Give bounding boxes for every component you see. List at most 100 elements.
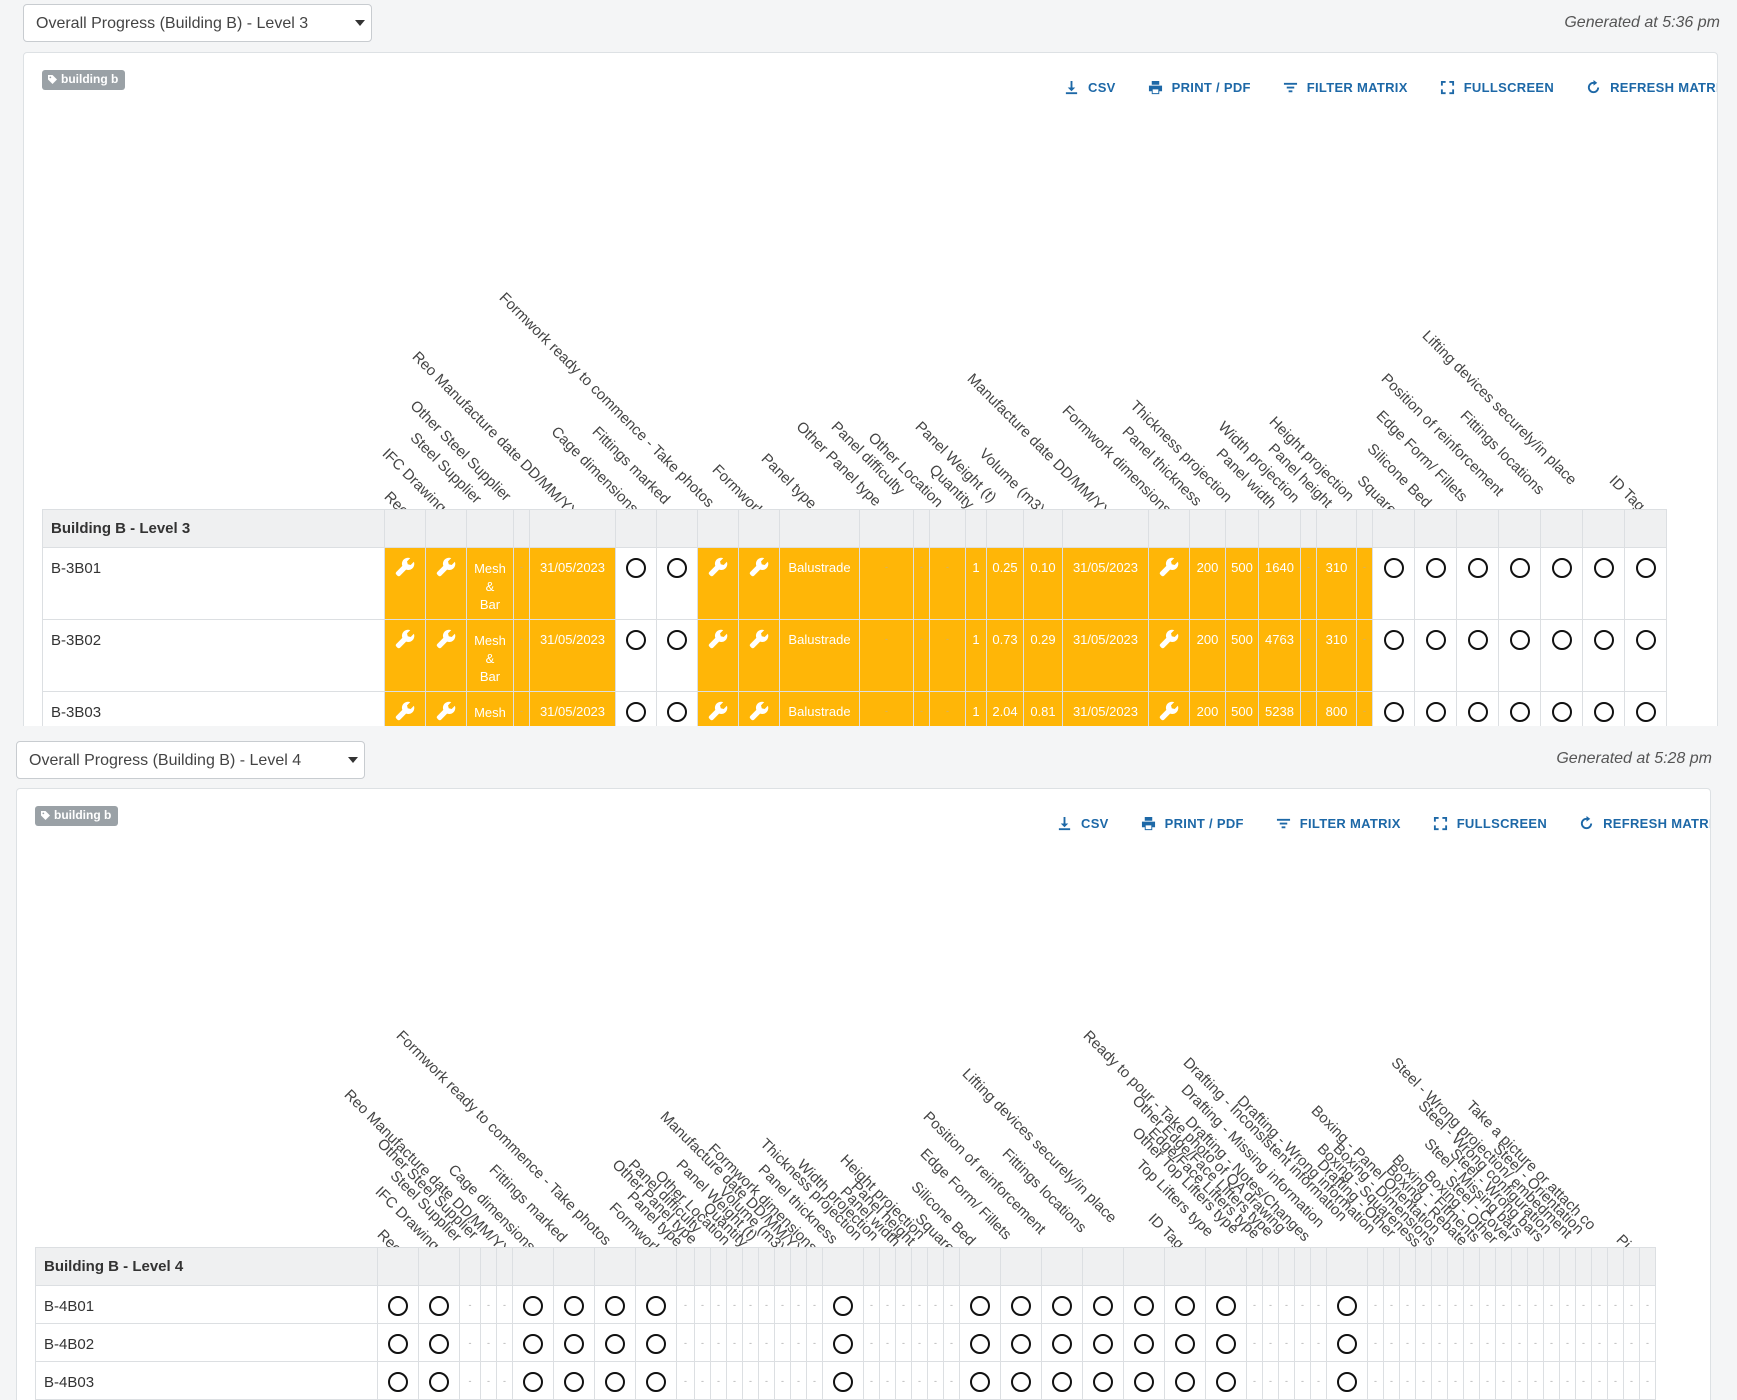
matrix-cell[interactable] — [384, 691, 426, 726]
matrix-cell[interactable]: - — [929, 547, 966, 620]
matrix-cell[interactable]: - — [863, 1285, 880, 1324]
matrix-cell[interactable]: - — [1527, 1285, 1544, 1324]
matrix-cell[interactable] — [1205, 1323, 1247, 1362]
matrix-cell[interactable] — [822, 1285, 864, 1324]
print-pdf-button[interactable]: PRINT / PDF — [1148, 80, 1251, 95]
matrix-cell[interactable] — [1205, 1361, 1247, 1400]
matrix-cell[interactable]: - — [513, 691, 530, 726]
filter-matrix-button[interactable]: FILTER MATRIX — [1283, 80, 1408, 95]
matrix-cell[interactable]: - — [1447, 1323, 1464, 1362]
matrix-cell[interactable] — [1540, 547, 1583, 620]
matrix-cell[interactable]: - — [1415, 1285, 1432, 1324]
matrix-cell[interactable]: 500 — [1225, 619, 1259, 692]
matrix-cell[interactable]: 1 — [965, 619, 987, 692]
matrix-cell[interactable]: - — [676, 1285, 695, 1324]
matrix-cell[interactable]: - — [790, 1323, 807, 1362]
matrix-cell[interactable]: - — [879, 1323, 896, 1362]
matrix-cell[interactable] — [738, 691, 780, 726]
matrix-cell[interactable]: - — [895, 1285, 912, 1324]
matrix-cell[interactable]: 500 — [1225, 547, 1259, 620]
matrix-cell[interactable]: - — [726, 1323, 743, 1362]
level-select[interactable]: Overall Progress (Building B) - Level 4 — [16, 741, 365, 779]
matrix-cell[interactable]: - — [710, 1361, 727, 1400]
matrix-cell[interactable]: - — [1495, 1361, 1512, 1400]
matrix-cell[interactable]: - — [742, 1323, 759, 1362]
matrix-cell[interactable] — [1624, 547, 1667, 620]
matrix-cell[interactable]: 1640 — [1258, 547, 1301, 620]
matrix-cell[interactable] — [656, 547, 698, 620]
matrix-cell[interactable] — [697, 547, 739, 620]
matrix-cell[interactable] — [959, 1323, 1001, 1362]
matrix-cell[interactable]: - — [913, 547, 930, 620]
matrix-cell[interactable]: 4763 — [1258, 619, 1301, 692]
matrix-cell[interactable]: 31/05/2023 — [529, 547, 616, 620]
matrix-cell[interactable]: - — [1591, 1361, 1608, 1400]
matrix-cell[interactable]: - — [1575, 1323, 1592, 1362]
matrix-cell[interactable]: - — [1300, 691, 1317, 726]
matrix-cell[interactable]: - — [1559, 1285, 1576, 1324]
matrix-cell[interactable]: - — [806, 1361, 823, 1400]
matrix-cell[interactable]: - — [1278, 1361, 1295, 1400]
matrix-cell[interactable] — [1624, 691, 1667, 726]
matrix-cell[interactable]: - — [1246, 1323, 1263, 1362]
matrix-cell[interactable] — [418, 1361, 460, 1400]
matrix-cell[interactable]: 31/05/2023 — [1062, 619, 1149, 692]
matrix-cell[interactable]: - — [895, 1361, 912, 1400]
matrix-cell[interactable] — [1498, 619, 1541, 692]
matrix-cell[interactable] — [1414, 691, 1457, 726]
matrix-cell[interactable]: - — [943, 1285, 960, 1324]
matrix-cell[interactable] — [1582, 691, 1625, 726]
matrix-cell[interactable] — [418, 1285, 460, 1324]
matrix-cell[interactable]: - — [496, 1323, 513, 1362]
matrix-cell[interactable] — [594, 1285, 636, 1324]
matrix-cell[interactable] — [1123, 1285, 1165, 1324]
matrix-cell[interactable] — [1041, 1361, 1083, 1400]
row-label[interactable]: B-4B01 — [35, 1285, 378, 1324]
matrix-cell[interactable]: - — [1591, 1285, 1608, 1324]
matrix-cell[interactable]: - — [927, 1285, 944, 1324]
matrix-cell[interactable] — [1498, 547, 1541, 620]
matrix-cell[interactable] — [425, 619, 467, 692]
matrix-cell[interactable]: - — [1607, 1361, 1624, 1400]
print-pdf-button[interactable]: PRINT / PDF — [1141, 816, 1244, 831]
matrix-cell[interactable] — [1372, 547, 1415, 620]
matrix-cell[interactable]: - — [1447, 1361, 1464, 1400]
matrix-cell[interactable]: - — [1639, 1285, 1656, 1324]
matrix-cell[interactable]: 310 — [1316, 547, 1357, 620]
matrix-cell[interactable]: - — [927, 1323, 944, 1362]
matrix-cell[interactable]: - — [1399, 1323, 1416, 1362]
matrix-cell[interactable]: - — [1463, 1361, 1480, 1400]
matrix-cell[interactable]: 2.04 — [986, 691, 1024, 726]
matrix-cell[interactable]: Mesh&Bar — [466, 547, 514, 620]
matrix-cell[interactable]: 0.73 — [986, 619, 1024, 692]
matrix-cell[interactable]: - — [879, 1361, 896, 1400]
matrix-cell[interactable]: - — [911, 1323, 928, 1362]
matrix-cell[interactable]: - — [1591, 1323, 1608, 1362]
matrix-cell[interactable]: Balustrade — [779, 619, 860, 692]
column-header[interactable]: ID Tag — [1605, 472, 1647, 514]
matrix-cell[interactable]: 800 — [1316, 691, 1357, 726]
matrix-cell[interactable] — [1000, 1323, 1042, 1362]
matrix-cell[interactable]: - — [895, 1323, 912, 1362]
matrix-cell[interactable]: - — [1367, 1323, 1384, 1362]
matrix-cell[interactable] — [553, 1285, 595, 1324]
matrix-cell[interactable] — [512, 1361, 554, 1400]
matrix-cell[interactable]: - — [1310, 1285, 1327, 1324]
matrix-cell[interactable] — [1624, 619, 1667, 692]
matrix-cell[interactable]: - — [1367, 1361, 1384, 1400]
matrix-cell[interactable] — [1123, 1323, 1165, 1362]
matrix-cell[interactable] — [418, 1323, 460, 1362]
matrix-cell[interactable] — [1540, 691, 1583, 726]
matrix-cell[interactable]: - — [774, 1323, 791, 1362]
matrix-cell[interactable]: - — [1294, 1285, 1311, 1324]
row-label[interactable]: B-3B02 — [42, 619, 385, 692]
matrix-cell[interactable]: - — [513, 619, 530, 692]
matrix-cell[interactable] — [1456, 619, 1499, 692]
matrix-cell[interactable]: - — [1479, 1361, 1496, 1400]
matrix-cell[interactable]: - — [1479, 1285, 1496, 1324]
matrix-cell[interactable]: - — [1447, 1285, 1464, 1324]
matrix-cell[interactable]: - — [929, 691, 966, 726]
matrix-cell[interactable]: - — [1262, 1323, 1279, 1362]
matrix-cell[interactable] — [1582, 619, 1625, 692]
matrix-cell[interactable]: 200 — [1189, 691, 1226, 726]
